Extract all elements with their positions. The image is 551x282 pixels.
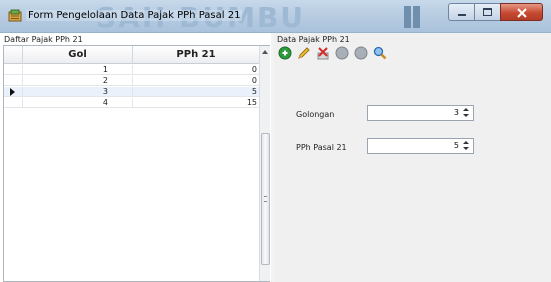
delete-icon (317, 47, 329, 60)
cell-gol[interactable]: 2 (23, 76, 133, 86)
cell-gol[interactable]: 1 (23, 65, 133, 75)
tax-data-grid[interactable]: Gol PPh 21 1 0 2 0 3 5 4 15 (3, 45, 270, 282)
save-button[interactable] (334, 46, 350, 60)
add-button[interactable] (277, 46, 293, 60)
golongan-label: Golongan (296, 110, 335, 119)
scrollbar-thumb[interactable] (261, 133, 270, 265)
search-icon (373, 46, 387, 60)
minimize-button[interactable] (448, 3, 474, 21)
row-indicator-header (4, 46, 23, 64)
add-icon (278, 46, 292, 60)
pph-pasal-21-stepper[interactable]: 5 (367, 138, 474, 154)
vertical-scrollbar[interactable] (259, 46, 270, 281)
row-indicator[interactable] (4, 65, 23, 75)
grid-header: Gol PPh 21 (4, 46, 259, 64)
minimize-icon (458, 14, 466, 16)
scrollbar-grip-icon (264, 196, 267, 202)
table-row[interactable]: 2 0 (4, 76, 259, 86)
column-header-pph21[interactable]: PPh 21 (133, 46, 259, 64)
scroll-up-arrow-icon[interactable] (262, 50, 268, 54)
watermark-bar (413, 6, 420, 28)
watermark-bar (404, 6, 411, 28)
cell-pph21[interactable]: 5 (133, 87, 259, 97)
close-icon (517, 8, 527, 18)
delete-button[interactable] (315, 46, 331, 60)
maximize-button[interactable] (474, 3, 500, 21)
row-indicator[interactable] (4, 87, 23, 97)
right-panel-label: Data Pajak PPh 21 (277, 35, 350, 44)
pph-spin-buttons[interactable] (463, 141, 470, 151)
pph-pasal-21-label: PPh Pasal 21 (296, 143, 347, 152)
title-bar[interactable]: SAH BUMBU Form Pengelolaan Data Pajak PP… (0, 0, 551, 33)
row-indicator[interactable] (4, 76, 23, 86)
cell-pph21[interactable]: 15 (133, 98, 259, 108)
cancel-button[interactable] (353, 46, 369, 60)
window-title: Form Pengelolaan Data Pajak PPh Pasal 21 (26, 10, 243, 21)
cancel-icon (354, 46, 368, 60)
golongan-value[interactable]: 3 (454, 106, 459, 120)
cell-gol[interactable]: 3 (23, 87, 133, 97)
search-button[interactable] (372, 46, 388, 60)
close-button[interactable] (500, 3, 543, 21)
spin-down-icon[interactable] (463, 114, 469, 117)
save-icon (335, 46, 349, 60)
maximize-icon (483, 8, 492, 16)
toolbar (277, 45, 391, 61)
current-row-arrow-icon (10, 88, 15, 96)
table-row-selected[interactable]: 3 5 (4, 87, 259, 97)
row-indicator[interactable] (4, 98, 23, 108)
detail-panel: Data Pajak PPh 21 Golongan 3 PPh Pasal 2… (274, 33, 551, 282)
edit-icon (298, 47, 310, 59)
golongan-spin-buttons[interactable] (463, 108, 470, 118)
spin-up-icon[interactable] (463, 108, 469, 111)
table-row[interactable]: 1 0 (4, 65, 259, 75)
cell-pph21[interactable]: 0 (133, 65, 259, 75)
left-panel-label: Daftar Pajak PPh 21 (4, 35, 83, 44)
golongan-stepper[interactable]: 3 (367, 105, 474, 121)
pph-pasal-21-value[interactable]: 5 (454, 139, 459, 153)
table-row[interactable]: 4 15 (4, 98, 259, 108)
spin-down-icon[interactable] (463, 147, 469, 150)
app-form-icon[interactable] (8, 9, 22, 23)
cell-pph21[interactable]: 0 (133, 76, 259, 86)
cell-gol[interactable]: 4 (23, 98, 133, 108)
edit-button[interactable] (296, 46, 312, 60)
column-header-gol[interactable]: Gol (23, 46, 133, 64)
spin-up-icon[interactable] (463, 141, 469, 144)
